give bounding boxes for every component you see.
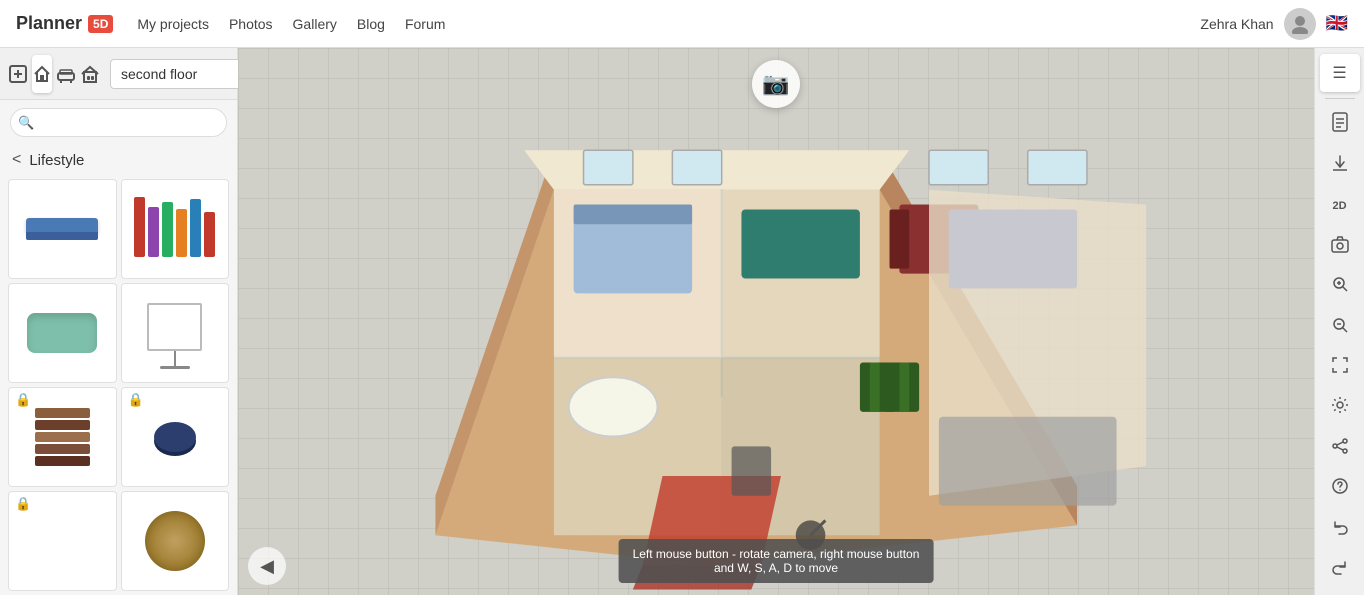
lock-icon: 🔒 (15, 392, 31, 408)
viewport-3d[interactable]: 📷 ◀ Left mouse button - rotate camera, r… (238, 48, 1314, 595)
redo-icon (1331, 558, 1349, 581)
category-label: Lifestyle (29, 152, 84, 169)
download-button[interactable] (1320, 146, 1360, 184)
help-button[interactable] (1320, 470, 1360, 508)
fullscreen-button[interactable] (1320, 348, 1360, 386)
list-item[interactable] (121, 179, 230, 279)
top-nav: Planner 5D My projects Photos Gallery Bl… (0, 0, 1364, 48)
flag-icon: 🇬🇧 (1326, 13, 1348, 34)
lock-icon: 🔒 (15, 496, 31, 512)
list-item[interactable] (121, 283, 230, 383)
nav-my-projects[interactable]: My projects (137, 16, 209, 32)
gear-icon (1331, 396, 1349, 419)
snapshot-button[interactable] (1320, 227, 1360, 265)
new-project-btn[interactable] (8, 55, 28, 93)
avatar[interactable] (1284, 8, 1316, 40)
zoom-out-icon (1331, 316, 1349, 339)
nav-photos[interactable]: Photos (229, 16, 273, 32)
list-item[interactable] (8, 283, 117, 383)
nav-gallery[interactable]: Gallery (293, 16, 337, 32)
item-grid: 🔒 🔒 🔒 (0, 175, 237, 595)
main-layout: second floor first floor third floor ▼ 🔍… (0, 48, 1364, 595)
user-name: Zehra Khan (1200, 16, 1273, 32)
share-icon (1331, 437, 1349, 460)
nav-links: My projects Photos Gallery Blog Forum (137, 16, 445, 32)
right-sidebar: ☰ 2D (1314, 48, 1364, 595)
left-panel: second floor first floor third floor ▼ 🔍… (0, 48, 238, 595)
file-icon (1331, 112, 1349, 137)
search-wrap: 🔍 (0, 100, 237, 145)
zoom-in-button[interactable] (1320, 267, 1360, 305)
list-item[interactable] (121, 491, 230, 591)
floor-plan-svg (238, 48, 1314, 595)
building-btn[interactable] (80, 55, 100, 93)
nav-blog[interactable]: Blog (357, 16, 385, 32)
2d-label: 2D (1332, 200, 1346, 212)
snapshot-icon (1330, 235, 1350, 258)
furniture-btn[interactable] (56, 55, 76, 93)
left-arrow-icon: ◀ (260, 556, 274, 577)
undo-icon (1331, 518, 1349, 541)
back-arrow-icon: < (12, 151, 21, 169)
share-button[interactable] (1320, 429, 1360, 467)
menu-icon: ☰ (1332, 63, 1346, 83)
logo: Planner 5D (16, 13, 113, 34)
back-nav-button[interactable]: ◀ (248, 547, 286, 585)
list-item[interactable] (8, 179, 117, 279)
divider (1325, 98, 1355, 99)
2d-button[interactable]: 2D (1320, 186, 1360, 224)
search-input[interactable] (10, 108, 227, 137)
home-btn[interactable] (32, 55, 52, 93)
fullscreen-icon (1331, 356, 1349, 379)
category-header[interactable]: < Lifestyle (0, 145, 237, 175)
list-item[interactable]: 🔒 (8, 387, 117, 487)
files-button[interactable] (1320, 105, 1360, 143)
nav-right: Zehra Khan 🇬🇧 (1200, 8, 1348, 40)
camera-icon: 📷 (762, 71, 789, 97)
lock-icon: 🔒 (128, 392, 144, 408)
logo-text: Planner (16, 13, 82, 34)
list-item[interactable]: 🔒 (8, 491, 117, 591)
menu-button[interactable]: ☰ (1320, 54, 1360, 92)
redo-button[interactable] (1320, 551, 1360, 589)
download-icon (1331, 154, 1349, 177)
camera-button[interactable]: 📷 (752, 60, 800, 108)
toolbar-row: second floor first floor third floor ▼ (0, 48, 237, 100)
logo-badge: 5D (88, 15, 113, 33)
zoom-out-button[interactable] (1320, 308, 1360, 346)
zoom-in-icon (1331, 275, 1349, 298)
nav-forum[interactable]: Forum (405, 16, 445, 32)
settings-button[interactable] (1320, 389, 1360, 427)
list-item[interactable]: 🔒 (121, 387, 230, 487)
undo-button[interactable] (1320, 510, 1360, 548)
help-icon (1331, 477, 1349, 500)
